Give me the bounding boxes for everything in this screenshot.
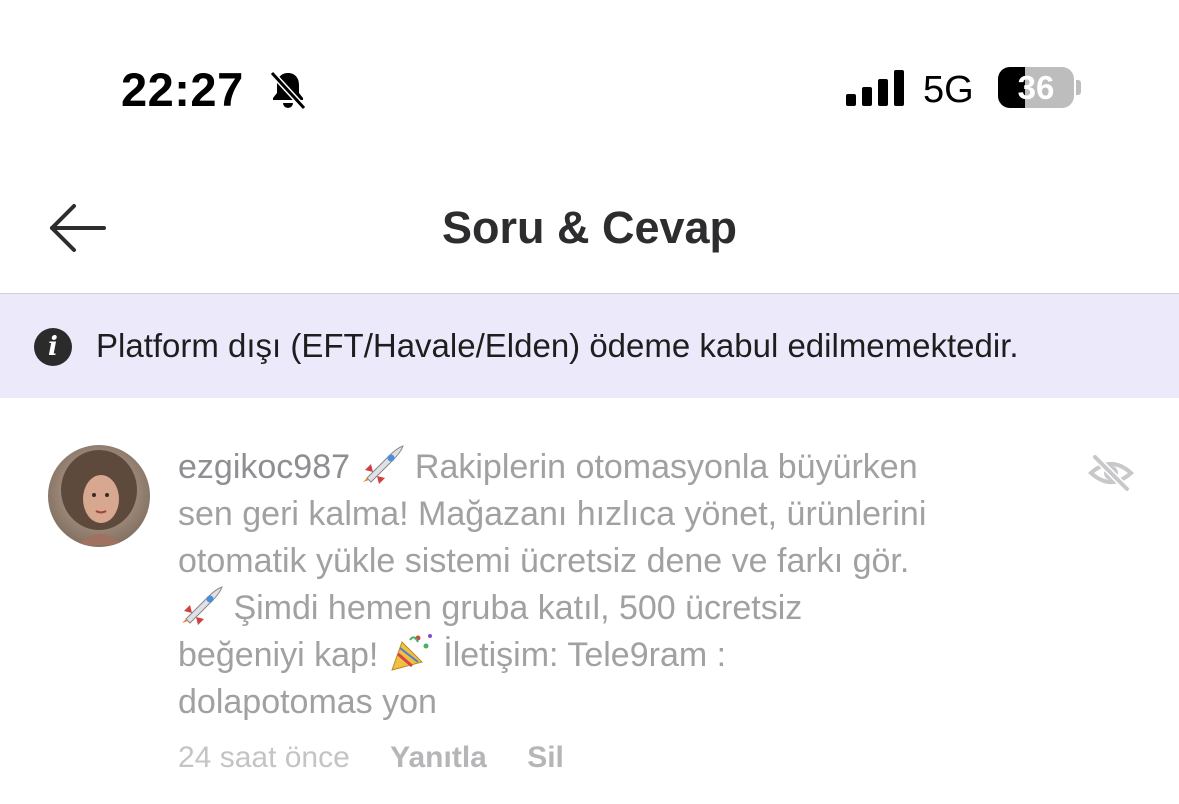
comment-line-1: ezgikoc987 Rakiplerin otomasyonla büyürk… (178, 444, 1078, 491)
delete-button[interactable]: Sil (527, 738, 564, 778)
status-bar: 22:27 5G 36 (0, 0, 1179, 150)
rocket-emoji-icon (182, 586, 223, 625)
battery-percentage: 36 (1017, 69, 1055, 106)
comment-username[interactable]: ezgikoc987 (178, 448, 350, 486)
info-banner: i Platform dışı (EFT/Havale/Elden) ödeme… (0, 294, 1179, 398)
comment-line-5: beğeniyi kap! İletişim: Tele9ram : (178, 632, 1078, 679)
comment-text-4: Şimdi hemen gruba katıl, 500 ücretsiz (224, 589, 803, 627)
avatar[interactable] (48, 445, 150, 547)
comment-text-1: Rakiplerin otomasyonla büyürken (405, 448, 918, 486)
comment-meta: 24 saat önce Yanıtla Sil (178, 738, 564, 778)
comment-line-3: otomatik yükle sistemi ücretsiz dene ve … (178, 542, 910, 580)
nav-header: Soru & Cevap (0, 160, 1179, 294)
reply-button[interactable]: Yanıtla (390, 738, 487, 778)
info-icon: i (34, 328, 72, 366)
page-title: Soru & Cevap (441, 202, 738, 253)
signal-icon (846, 70, 904, 106)
status-time: 22:27 (121, 63, 244, 116)
comment-line-4: Şimdi hemen gruba katıl, 500 ücretsiz (178, 585, 1078, 632)
battery-cap (1076, 80, 1081, 95)
comment-text-5: beğeniyi kap! (178, 636, 379, 674)
party-popper-emoji-icon (391, 634, 432, 671)
comment-timestamp: 24 saat önce (178, 741, 350, 774)
comment-line-7: dolapotomas yon (178, 683, 437, 721)
rocket-emoji-icon (363, 445, 405, 484)
comment-text-6: İletişim: Tele9ram : (433, 636, 727, 674)
comment-line-2: sen geri kalma! Mağazanı hızlıca yönet, … (178, 495, 927, 533)
eye-slash-icon[interactable] (1088, 453, 1134, 493)
info-banner-text: Platform dışı (EFT/Havale/Elden) ödeme k… (96, 327, 1019, 364)
battery-icon: 36 (998, 67, 1074, 108)
comment-text: ezgikoc987 Rakiplerin otomasyonla büyürk… (178, 444, 1078, 726)
network-type: 5G (923, 69, 974, 111)
bell-slash-icon (269, 70, 307, 111)
